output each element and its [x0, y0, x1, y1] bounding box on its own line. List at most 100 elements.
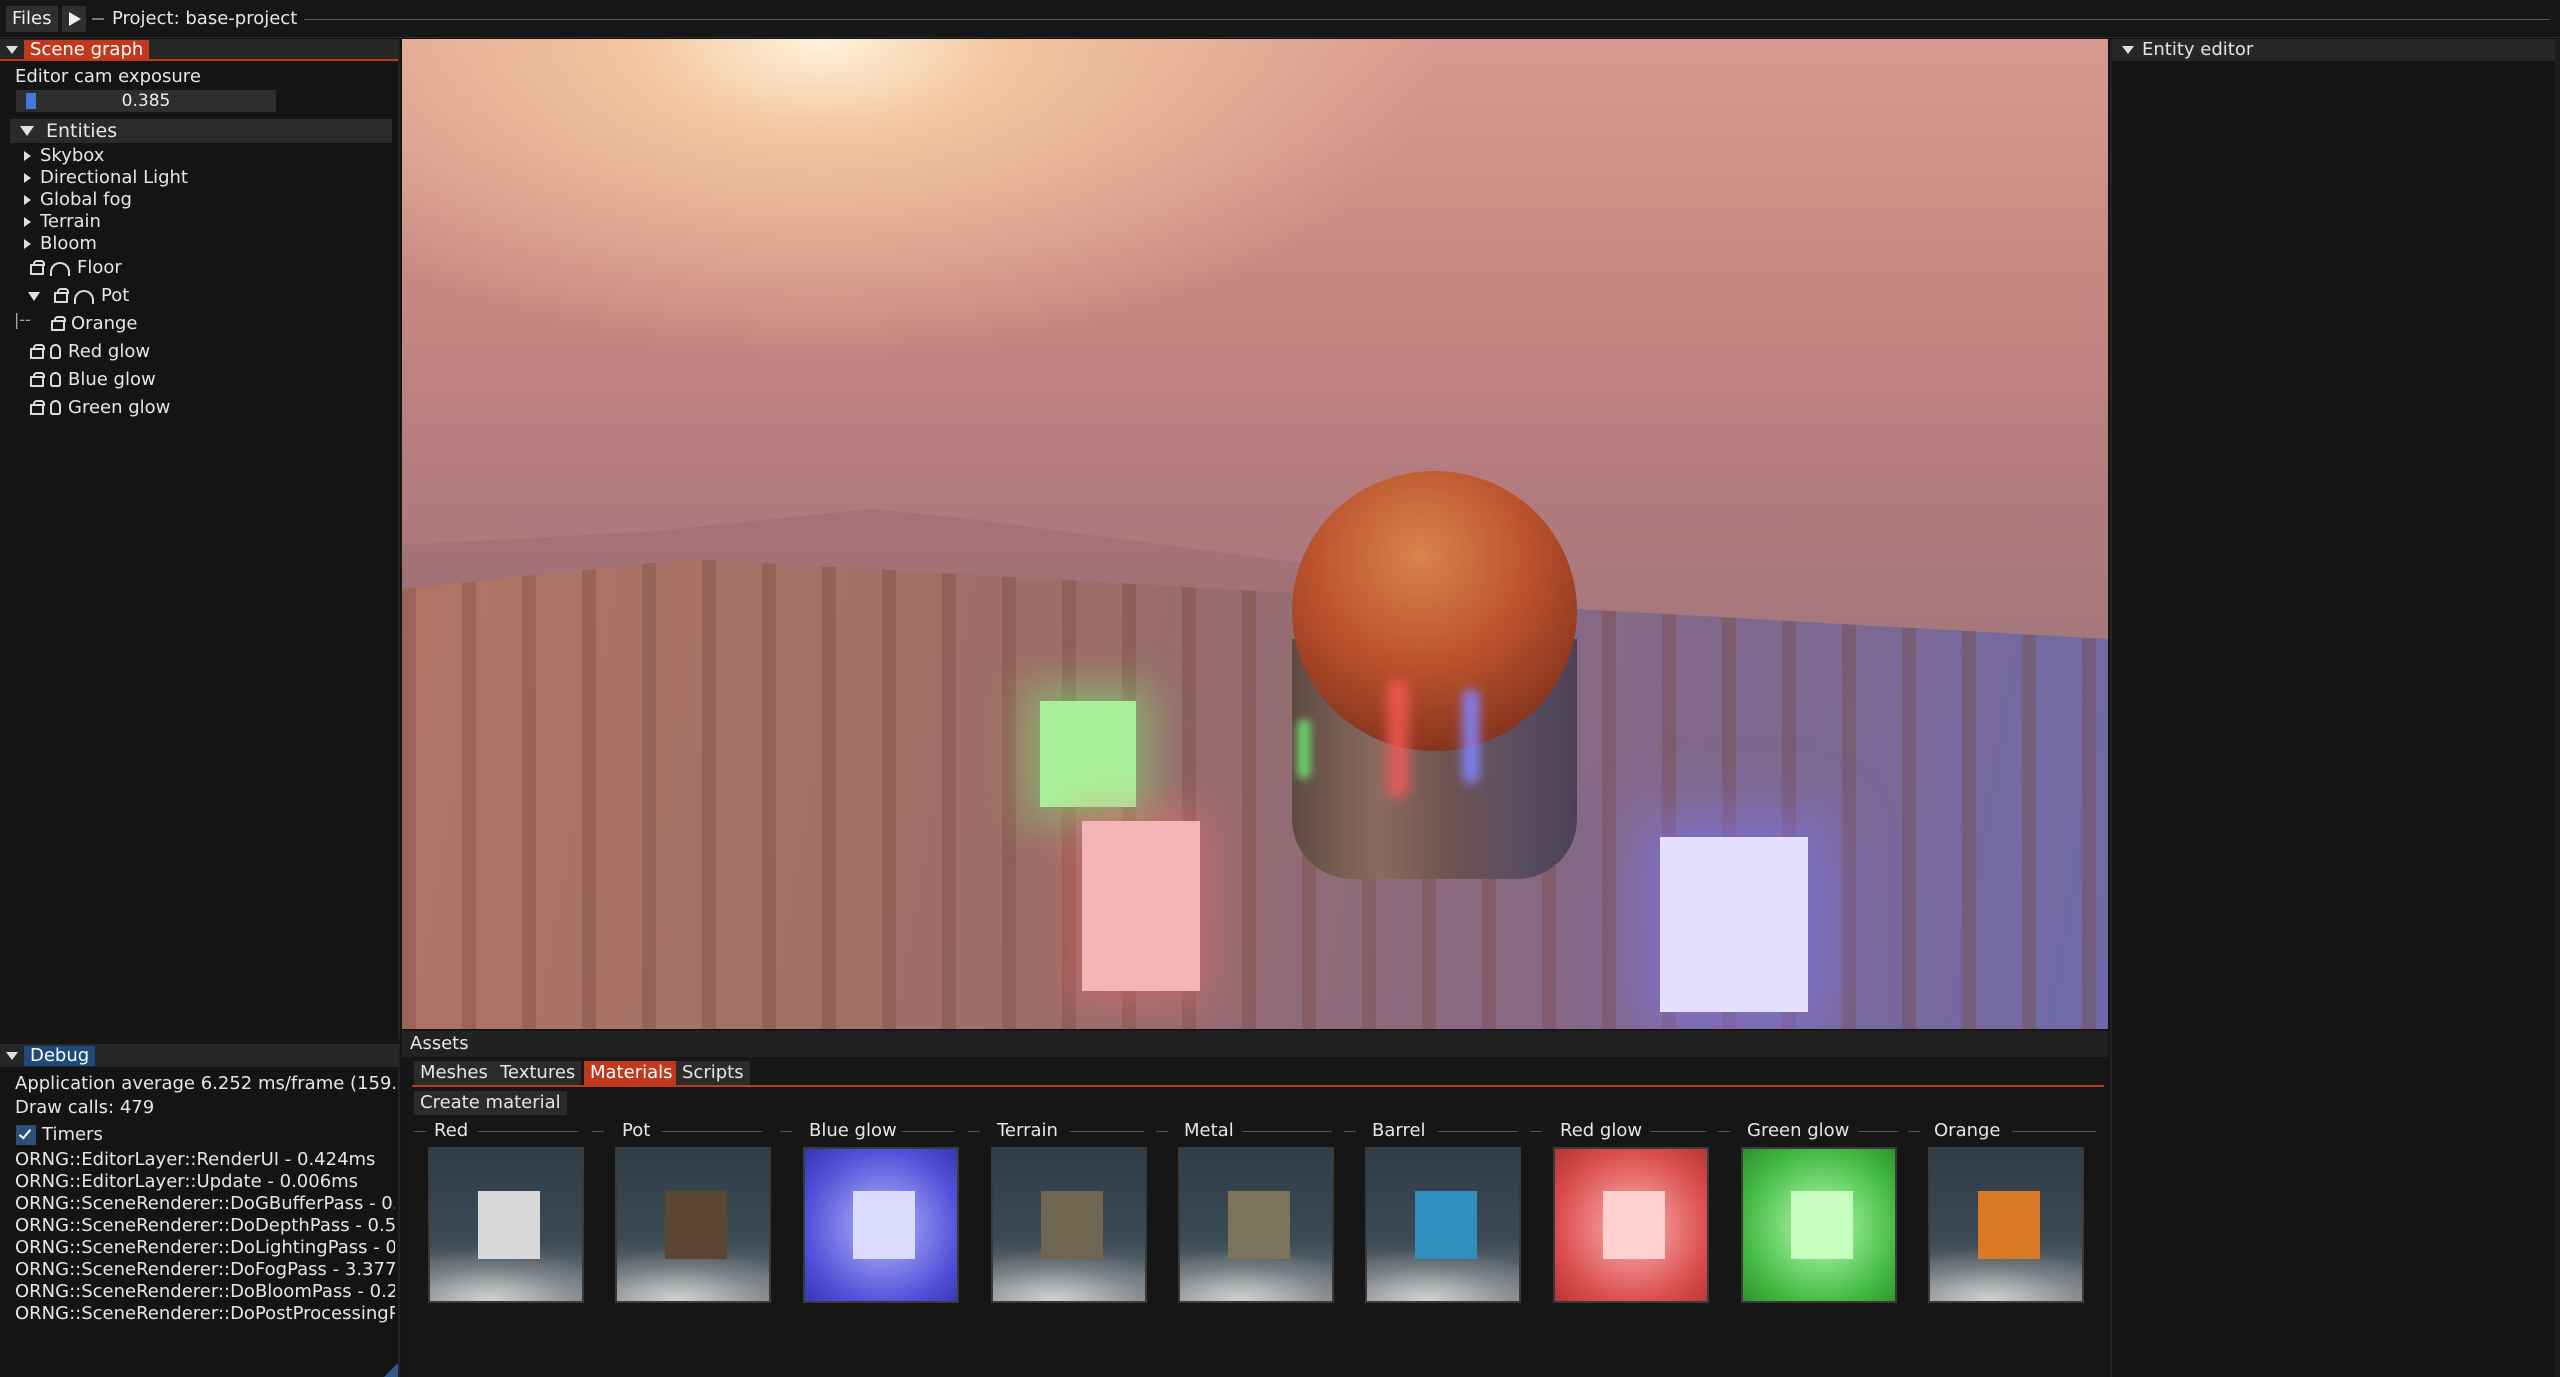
timer-line: ORNG::SceneRenderer::DoPostProcessingP — [15, 1303, 395, 1324]
orange-sphere — [1292, 471, 1577, 751]
entity-box-icon — [51, 316, 66, 331]
entity-editor-header: Entity editor — [2112, 39, 2560, 61]
separator — [1344, 1131, 1356, 1132]
scrollbar-track[interactable] — [2555, 39, 2560, 1377]
expand-icon[interactable] — [24, 151, 31, 161]
draw-calls-text: Draw calls: 479 — [15, 1097, 155, 1118]
menu-bar: Files Project: base-project — [0, 0, 2560, 38]
entity-box-icon — [30, 344, 45, 359]
separator — [1242, 1131, 1332, 1132]
timer-line: ORNG::EditorLayer::RenderUI - 0.424ms — [15, 1149, 376, 1170]
cube-preview — [1228, 1191, 1290, 1259]
entities-header[interactable]: Entities — [10, 119, 392, 143]
floor-plane — [402, 559, 2108, 1029]
tree-item-label: Red glow — [68, 341, 151, 362]
material-preview[interactable] — [803, 1147, 959, 1303]
material-label: Pot — [622, 1120, 651, 1141]
timer-line: ORNG::EditorLayer::Update - 0.006ms — [15, 1171, 359, 1192]
entities-label: Entities — [46, 120, 118, 142]
tab-materials[interactable]: Materials — [584, 1061, 679, 1085]
material-label: Terrain — [997, 1120, 1058, 1141]
separator — [902, 1131, 954, 1132]
entity-box-icon — [30, 260, 45, 275]
tab-textures[interactable]: Textures — [494, 1061, 582, 1085]
collapse-icon[interactable] — [6, 1052, 18, 1060]
scene-graph-header: Scene graph — [0, 39, 398, 61]
mesh-icon — [74, 290, 94, 304]
frame-time-text: Application average 6.252 ms/frame (159.… — [15, 1073, 395, 1094]
entity-box-icon — [30, 400, 45, 415]
expand-icon[interactable] — [24, 239, 31, 249]
play-button[interactable] — [62, 6, 86, 32]
timer-line: ORNG::SceneRenderer::DoDepthPass - 0.54 — [15, 1215, 395, 1236]
separator — [780, 1131, 792, 1132]
separator — [592, 1131, 604, 1132]
scene-graph-panel: Scene graph Editor cam exposure 0.385 En… — [0, 39, 400, 1039]
material-label: Barrel — [1372, 1120, 1426, 1141]
red-glow-cube — [1082, 821, 1200, 991]
collapse-icon[interactable] — [6, 46, 18, 54]
light-bulb-icon — [50, 372, 61, 387]
cube-preview — [1791, 1191, 1853, 1259]
red-reflection — [1387, 679, 1409, 799]
light-bulb-icon — [50, 344, 61, 359]
separator — [1858, 1131, 1898, 1132]
cube-preview — [665, 1191, 727, 1259]
separator — [414, 1131, 426, 1132]
cube-preview — [1415, 1191, 1477, 1259]
tree-item-label: Pot — [101, 285, 130, 306]
entities-collapse-icon[interactable] — [20, 126, 34, 136]
separator — [478, 1131, 578, 1132]
material-preview[interactable] — [991, 1147, 1147, 1303]
cube-preview — [1041, 1191, 1103, 1259]
separator — [1908, 1131, 1920, 1132]
cube-preview — [1603, 1191, 1665, 1259]
tab-meshes[interactable]: Meshes — [414, 1061, 494, 1085]
create-material-button[interactable]: Create material — [414, 1091, 567, 1115]
resize-grip[interactable] — [384, 1363, 398, 1377]
timers-checkbox[interactable] — [16, 1125, 36, 1145]
mesh-icon — [50, 262, 70, 276]
material-preview[interactable] — [1178, 1147, 1334, 1303]
tree-item-label: Bloom — [40, 233, 97, 254]
material-preview[interactable] — [1365, 1147, 1521, 1303]
collapse-icon[interactable] — [2122, 46, 2134, 54]
tree-item-label: Global fog — [40, 189, 132, 210]
expanded-icon[interactable] — [28, 292, 40, 301]
tree-item-label: Blue glow — [68, 369, 156, 390]
expand-icon[interactable] — [24, 173, 31, 183]
material-preview[interactable] — [1553, 1147, 1709, 1303]
material-preview[interactable] — [615, 1147, 771, 1303]
debug-tab[interactable]: Debug — [24, 1046, 96, 1066]
exposure-value: 0.385 — [121, 91, 171, 111]
files-menu-button[interactable]: Files — [6, 6, 58, 32]
tab-scripts[interactable]: Scripts — [676, 1061, 750, 1085]
cube-preview — [478, 1191, 540, 1259]
tree-item-label: Terrain — [40, 211, 101, 232]
tree-item-label: Floor — [77, 257, 122, 278]
debug-panel: Debug Application average 6.252 ms/frame… — [0, 1044, 400, 1377]
scene-graph-tab[interactable]: Scene graph — [24, 40, 150, 60]
scene-viewport[interactable] — [402, 39, 2108, 1029]
expand-icon[interactable] — [24, 217, 31, 227]
exposure-slider[interactable]: 0.385 — [16, 90, 276, 112]
material-preview[interactable] — [1928, 1147, 2084, 1303]
timer-line: ORNG::SceneRenderer::DoFogPass - 3.37715 — [15, 1259, 395, 1280]
project-title: Project: base-project — [112, 8, 298, 29]
separator — [1438, 1131, 1518, 1132]
timer-line: ORNG::SceneRenderer::DoGBufferPass - 0.8 — [15, 1193, 395, 1214]
assets-title: Assets — [410, 1033, 469, 1054]
entity-editor-panel: Entity editor — [2110, 39, 2560, 1377]
play-icon — [69, 12, 81, 26]
separator — [1718, 1131, 1730, 1132]
expand-icon[interactable] — [24, 195, 31, 205]
entity-box-icon — [54, 288, 69, 303]
blue-glow-cube — [1660, 837, 1808, 1012]
tree-connector: |-- — [14, 310, 31, 329]
separator — [2012, 1131, 2096, 1132]
separator — [662, 1131, 762, 1132]
material-label: Metal — [1184, 1120, 1234, 1141]
material-preview[interactable] — [428, 1147, 584, 1303]
material-label: Green glow — [1747, 1120, 1850, 1141]
material-preview[interactable] — [1741, 1147, 1897, 1303]
